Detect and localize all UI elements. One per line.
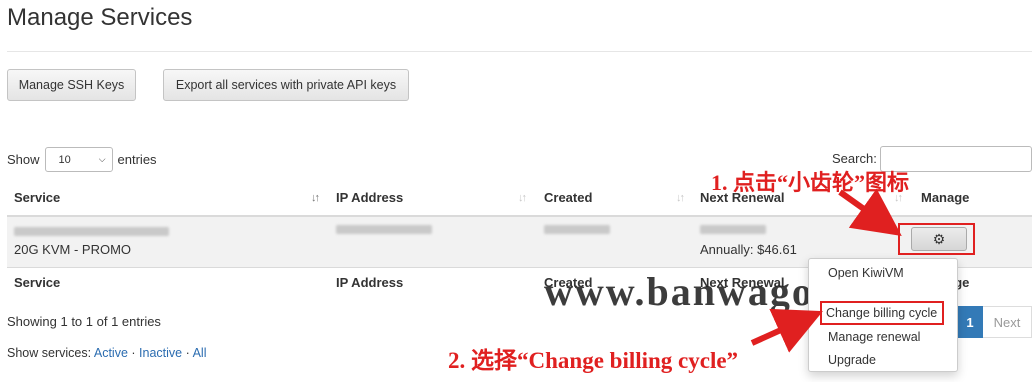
service-plan[interactable]: 20G KVM - PROMO [14, 242, 131, 257]
column-header-service[interactable]: Service [14, 190, 60, 205]
search-label: Search: [832, 151, 877, 166]
created-date-redacted [544, 225, 610, 234]
annotation-step-1: 1. 点击“小齿轮”图标 [711, 170, 910, 195]
menu-item-manage-renewal[interactable]: Manage renewal [828, 330, 920, 344]
entries-select[interactable]: 10 ⌵ [44, 147, 113, 172]
show-services-filter: Show services: Active · Inactive · All [7, 346, 207, 360]
sort-asc-icon[interactable]: ↓↑ [311, 192, 320, 204]
page-title: Manage Services [7, 4, 193, 31]
menu-item-open-kiwivm[interactable]: Open KiwiVM [828, 266, 904, 280]
arrow-to-billing [750, 308, 823, 353]
entries-label: entries [117, 152, 157, 167]
column-header-ip-address[interactable]: IP Address [336, 190, 403, 205]
separator: · [185, 346, 190, 360]
renewal-amount: Annually: $46.61 [700, 242, 797, 257]
ip-address-redacted [336, 225, 432, 234]
show-services-label: Show services: [7, 346, 92, 360]
sort-icon[interactable]: ↓↑ [518, 192, 527, 204]
column-header-manage: Manage [921, 190, 970, 205]
menu-item-upgrade[interactable]: Upgrade [828, 353, 876, 367]
annotation-step-2: 2. 选择“Change billing cycle” [448, 348, 739, 373]
next-page-button[interactable]: Next [983, 306, 1032, 338]
manage-ssh-keys-button[interactable]: Manage SSH Keys [7, 69, 136, 101]
page-1-button[interactable]: 1 [957, 306, 983, 338]
service-hostname-redacted [14, 227, 169, 236]
entries-length-control: Show 10 ⌵ entries [7, 147, 157, 172]
billing-highlight-box [820, 301, 944, 325]
entries-select-value: 10 [58, 153, 71, 166]
gear-highlight-box [898, 223, 975, 255]
footer-service: Service [14, 275, 61, 290]
pagination: 1 Next [957, 306, 1032, 338]
separator: · [131, 346, 136, 360]
filter-all-link[interactable]: All [193, 346, 207, 360]
title-divider [7, 51, 1032, 52]
filter-active-link[interactable]: Active [94, 346, 128, 360]
filter-inactive-link[interactable]: Inactive [139, 346, 182, 360]
chevron-down-icon: ⌵ [98, 154, 106, 164]
table-info: Showing 1 to 1 of 1 entries [7, 314, 161, 329]
show-label: Show [7, 152, 40, 167]
footer-ip-address: IP Address [336, 275, 404, 290]
next-renewal-date-redacted [700, 225, 766, 234]
column-header-created[interactable]: Created [544, 190, 592, 205]
sort-icon[interactable]: ↓↑ [676, 192, 685, 204]
export-services-button[interactable]: Export all services with private API key… [163, 69, 409, 101]
